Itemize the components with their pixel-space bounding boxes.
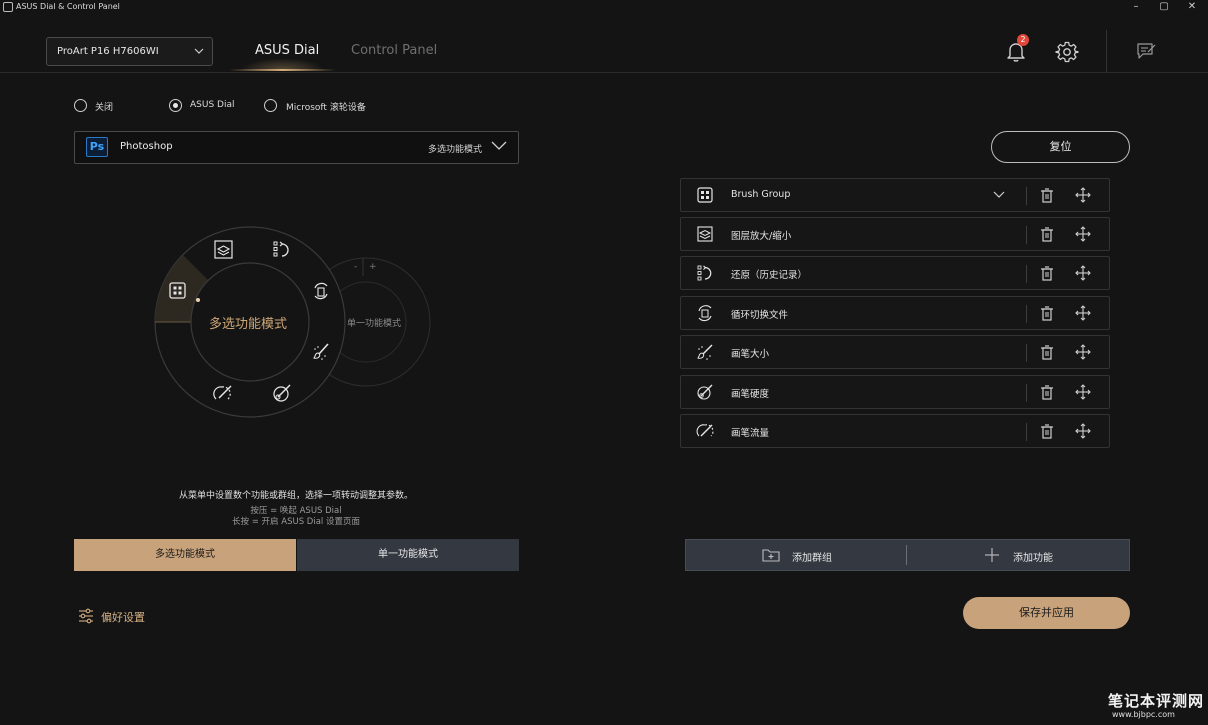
chevron-down-icon[interactable] <box>491 138 507 152</box>
header-divider <box>0 72 1208 73</box>
close-button[interactable]: ✕ <box>1179 0 1205 14</box>
dial-hint-long-press: 长按 = 开启 ASUS Dial 设置页面 <box>232 517 360 527</box>
function-row[interactable]: 图层放大/缩小 <box>680 217 1110 251</box>
trash-icon[interactable] <box>1040 345 1054 360</box>
device-name: ProArt P16 H7606WI <box>57 46 159 57</box>
feedback-icon[interactable] <box>1136 42 1156 60</box>
trash-icon[interactable] <box>1040 227 1054 242</box>
add-group-icon[interactable] <box>762 547 780 562</box>
header-vertical-divider <box>1106 30 1107 72</box>
add-function-button[interactable]: 添加功能 <box>1013 549 1053 564</box>
function-row[interactable]: 循环切换文件 <box>680 296 1110 330</box>
add-group-button[interactable]: 添加群组 <box>792 549 832 564</box>
photoshop-icon: Ps <box>86 137 108 157</box>
function-label: 循环切换文件 <box>731 310 789 321</box>
ghost-dial-label: 单一功能模式 <box>347 319 402 329</box>
chevron-down-icon[interactable] <box>993 190 1005 200</box>
row-divider <box>1026 226 1027 244</box>
maximize-button[interactable]: ▢ <box>1151 0 1177 14</box>
move-icon[interactable] <box>1075 265 1091 281</box>
row-divider <box>1026 265 1027 283</box>
function-row[interactable]: 还原（历史记录） <box>680 256 1110 290</box>
dial-hint: 从菜单中设置数个功能或群组，选择一项转动调整其参数。 <box>178 491 413 501</box>
device-select[interactable]: ProArt P16 H7606WI <box>46 37 213 66</box>
function-label: Brush Group <box>731 189 791 200</box>
radio-off[interactable] <box>74 99 87 112</box>
trash-icon[interactable] <box>1040 424 1054 439</box>
radio-asus-dial[interactable] <box>169 99 182 112</box>
multi-mode-button[interactable]: 多选功能模式 <box>74 539 296 571</box>
function-label: 还原（历史记录） <box>731 270 808 281</box>
function-label: 图层放大/缩小 <box>731 231 792 242</box>
function-row[interactable]: 画笔大小 <box>680 335 1110 369</box>
app-selector-app: Photoshop <box>120 141 173 152</box>
move-icon[interactable] <box>1075 344 1091 360</box>
tab-asus-dial[interactable]: ASUS Dial <box>255 43 319 58</box>
brush-flow-icon <box>696 423 715 441</box>
watermark-title: 笔记本评测网 <box>1108 692 1205 710</box>
minimize-button[interactable]: – <box>1123 0 1149 14</box>
title-bar <box>0 0 1208 16</box>
function-label: 画笔流量 <box>731 428 770 439</box>
move-icon[interactable] <box>1075 423 1091 439</box>
history-undo-icon <box>697 265 715 283</box>
function-row[interactable]: Brush Group <box>680 178 1110 212</box>
row-divider <box>1026 423 1027 441</box>
ghost-dial-minus: - <box>354 262 358 272</box>
function-label: 画笔硬度 <box>731 389 770 400</box>
cycle-files-icon <box>697 305 715 323</box>
trash-icon[interactable] <box>1040 385 1054 400</box>
radio-microsoft-wheel-label: Microsoft 滚轮设备 <box>286 103 366 113</box>
radio-asus-dial-label: ASUS Dial <box>190 100 235 110</box>
function-label: 画笔大小 <box>731 349 770 360</box>
add-bar <box>685 539 1130 571</box>
ghost-dial-plus: + <box>369 262 377 272</box>
radio-microsoft-wheel[interactable] <box>264 99 277 112</box>
function-row[interactable]: 画笔硬度 <box>680 375 1110 409</box>
active-tab-indicator <box>229 69 336 71</box>
trash-icon[interactable] <box>1040 188 1054 203</box>
row-divider <box>1026 305 1027 323</box>
dial-indicator-dot <box>196 298 200 302</box>
move-icon[interactable] <box>1075 305 1091 321</box>
brush-hardness-icon <box>697 384 715 402</box>
watermark-url: www.bjbpc.com <box>1112 710 1175 719</box>
chevron-down-icon <box>194 38 204 65</box>
radio-off-label: 关闭 <box>95 103 114 113</box>
trash-icon[interactable] <box>1040 266 1054 281</box>
move-icon[interactable] <box>1075 226 1091 242</box>
add-bar-divider <box>906 545 907 565</box>
row-divider <box>1026 187 1027 205</box>
preferences-link[interactable]: 偏好设置 <box>101 609 145 625</box>
move-icon[interactable] <box>1075 187 1091 203</box>
reset-button[interactable]: 复位 <box>991 131 1130 163</box>
gear-icon[interactable] <box>1055 41 1079 63</box>
plus-icon[interactable] <box>984 547 1000 563</box>
app-icon <box>3 2 13 12</box>
layer-zoom-icon <box>697 226 715 244</box>
grid-icon <box>697 187 715 205</box>
notification-badge: 2 <box>1017 34 1029 46</box>
row-divider <box>1026 384 1027 402</box>
app-selector-mode: 多选功能模式 <box>428 145 483 155</box>
tab-control-panel[interactable]: Control Panel <box>351 43 437 58</box>
window-title: ASUS Dial & Control Panel <box>16 2 120 11</box>
save-apply-button[interactable]: 保存并应用 <box>963 597 1130 629</box>
move-icon[interactable] <box>1075 384 1091 400</box>
brush-size-icon <box>697 344 715 362</box>
trash-icon[interactable] <box>1040 306 1054 321</box>
single-mode-button[interactable]: 单一功能模式 <box>297 539 519 571</box>
dial-center-label: 多选功能模式 <box>209 317 288 332</box>
row-divider <box>1026 344 1027 362</box>
function-row[interactable]: 画笔流量 <box>680 414 1110 448</box>
sliders-icon[interactable] <box>78 608 94 624</box>
